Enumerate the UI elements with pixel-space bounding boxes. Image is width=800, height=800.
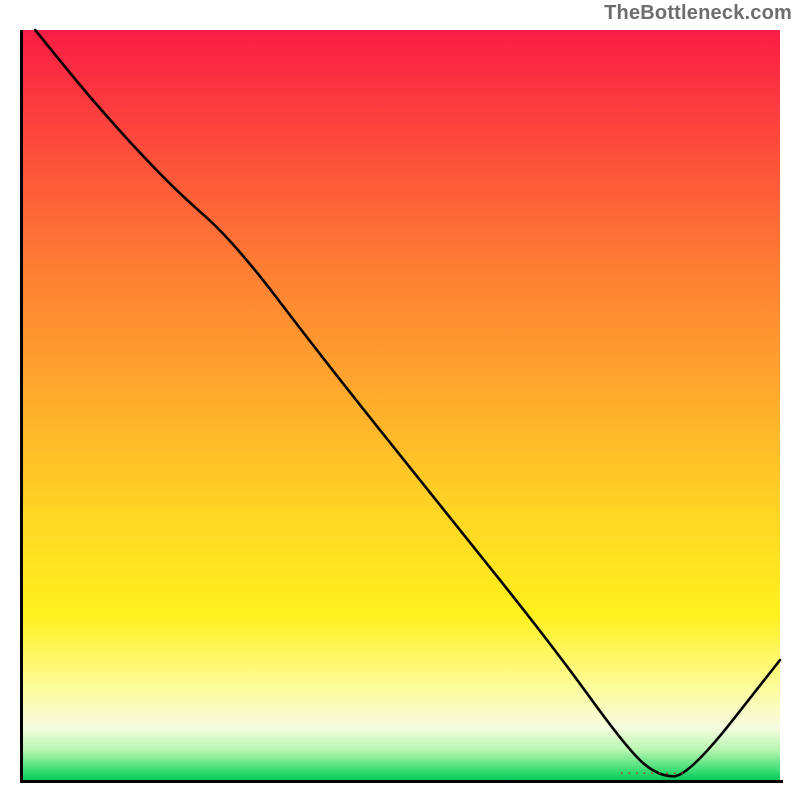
valley-marker-label: . . . . . . . . .: [620, 766, 684, 777]
watermark-text: TheBottleneck.com: [604, 2, 792, 25]
chart-container: TheBottleneck.com . . . . . . . . .: [0, 0, 800, 800]
plot-area: . . . . . . . . .: [20, 30, 780, 780]
bottleneck-curve: [20, 30, 780, 783]
